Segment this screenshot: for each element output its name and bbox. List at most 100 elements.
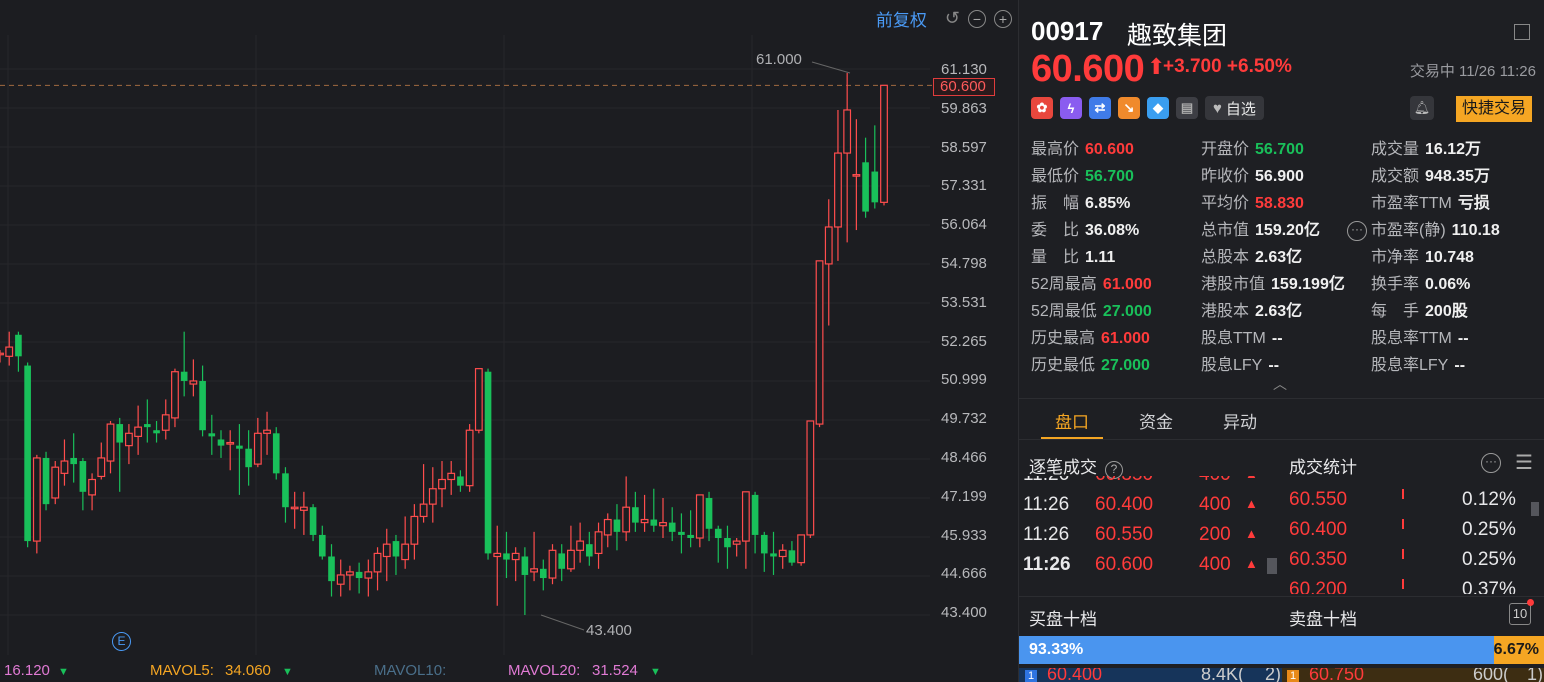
candle (318, 525, 326, 560)
event-badge[interactable]: E (112, 632, 131, 651)
zoom-out-icon[interactable]: − (968, 9, 986, 28)
candle (208, 414, 216, 455)
trades-scrollbar[interactable] (1267, 558, 1277, 574)
stats-more-icon[interactable]: ··· (1481, 453, 1501, 473)
candle-body (741, 491, 750, 542)
tag-icon[interactable]: ◆ (1147, 97, 1169, 119)
trade-qty: 400 (1199, 554, 1231, 575)
candle (447, 461, 456, 495)
candle (282, 467, 289, 523)
stat-label: 股息LFY (1201, 357, 1263, 374)
quick-trade-button[interactable]: 快捷交易 (1455, 96, 1532, 122)
stat-price: 60.350 (1289, 549, 1348, 570)
stat-label: 平均价 (1201, 195, 1250, 212)
sell-level-count: 1) (1527, 668, 1544, 682)
candle (548, 544, 557, 585)
stat-cell: 开盘价 56.700 (1201, 140, 1371, 167)
candle-body (530, 568, 538, 573)
stat-label: 市盈率TTM (1371, 195, 1452, 212)
candle-body (5, 346, 14, 357)
sell-level-badge: 1 (1287, 670, 1299, 682)
candle (539, 559, 547, 591)
stat-label: 历史最高 (1031, 330, 1096, 347)
sell-level-price[interactable]: 60.750 (1309, 668, 1364, 682)
candle-body (465, 429, 474, 487)
stat-pct: 0.12% (1462, 489, 1516, 510)
candle (355, 562, 363, 594)
buy-title: 买盘十档 (1029, 610, 1097, 629)
notes-icon[interactable]: ▤ (1176, 97, 1198, 119)
candle-body (640, 518, 649, 524)
stat-cell: 港股本 2.63亿 (1201, 302, 1371, 329)
y-tick-label: 43.400 (941, 604, 987, 622)
stat-cell: 港股市值 159.199亿 (1201, 275, 1371, 302)
candle (5, 331, 14, 366)
low-leader-line (540, 614, 585, 631)
candle (824, 199, 833, 326)
hk-flag-icon[interactable]: ✿ (1031, 97, 1053, 119)
connect-icon[interactable]: ⇄ (1089, 97, 1111, 119)
tab-unusual[interactable]: 异动 (1209, 399, 1271, 439)
candle-body (871, 171, 879, 203)
stat-cell: 每 手 200股 (1371, 302, 1541, 329)
candle (392, 534, 400, 575)
candle-body (171, 371, 179, 419)
candle (687, 510, 694, 548)
candle (272, 427, 280, 480)
stats-scrollbar[interactable] (1531, 502, 1539, 516)
mavol20-caret-icon[interactable]: ▼ (650, 666, 661, 678)
tab-pankou[interactable]: 盘口 (1041, 399, 1103, 439)
more-icon[interactable]: ··· (1347, 221, 1367, 241)
lightning-icon[interactable]: ϟ (1060, 97, 1082, 119)
candle-body (309, 507, 317, 535)
tick-trades-list[interactable]: 11:26 60.350 400 ▲ 11:26 60.400 400 ▲ 11:26 60.55… (1023, 476, 1273, 594)
reset-icon[interactable]: ↺ (945, 8, 960, 29)
stat-price: 60.550 (1289, 489, 1348, 510)
candle-body (632, 507, 639, 523)
candle (613, 504, 621, 551)
kline-chart[interactable]: 前复权 ↺ − + 61.130 59.863 58.597 57.331 56.064… (0, 0, 1018, 682)
candle (116, 417, 124, 492)
candle (732, 538, 741, 557)
layout-icon[interactable] (1514, 24, 1530, 40)
stat-label: 换手率 (1371, 276, 1420, 293)
zoom-in-icon[interactable]: + (994, 9, 1012, 28)
trade-time: 11:26 (1023, 524, 1070, 545)
collapse-icon[interactable]: ︿ (1273, 374, 1287, 394)
stat-cell: 52周最低 27.000 (1031, 302, 1201, 329)
orderbook-header: 买盘十档 卖盘十档 10 (1019, 596, 1544, 632)
bell-icon[interactable]: 🔔︎ (1410, 96, 1434, 120)
trade-stats-list[interactable]: 60.550 0.12% 60.400 0.25% 60.350 0.25% 60.200 0… (1289, 486, 1529, 594)
candle-body (355, 571, 363, 579)
stat-value: 1.11 (1085, 249, 1116, 266)
candle-body (457, 476, 464, 486)
mavol5-caret-icon[interactable]: ▼ (282, 666, 293, 678)
candle (438, 461, 446, 508)
y-tick-label: 54.798 (941, 255, 987, 272)
stat-value: 110.18 (1451, 222, 1500, 239)
candle-body (116, 424, 124, 443)
buy-sell-ratio-bar: 93.33% 6.67% (1019, 636, 1544, 664)
trend-icon[interactable]: ↘ (1118, 97, 1140, 119)
buy-level-price[interactable]: 60.400 (1047, 668, 1102, 682)
candle (751, 491, 759, 554)
stat-value: 61.000 (1102, 276, 1152, 293)
depth-toggle-icon[interactable]: 10 (1509, 603, 1531, 625)
candle-body (732, 540, 741, 545)
y-tick-label: 45.933 (941, 526, 987, 544)
candle (290, 491, 299, 529)
watchlist-button[interactable]: ♥ 自选 (1205, 96, 1264, 120)
stat-label: 总股本 (1201, 249, 1250, 266)
tab-funds[interactable]: 资金 (1125, 399, 1187, 439)
restore-right-toggle[interactable]: 前复权 (876, 6, 927, 31)
ma-first-caret-icon[interactable]: ▼ (58, 666, 69, 678)
candle (245, 430, 252, 486)
stat-cell: 历史最高 61.000 (1031, 329, 1201, 356)
candle-body (567, 549, 575, 570)
candle-body (650, 519, 658, 526)
candle-body (548, 549, 557, 579)
list-settings-icon[interactable]: ☰ (1515, 450, 1533, 475)
trade-row: 11:26 60.400 400 ▲ (1023, 490, 1273, 520)
trade-status: 交易中 11/26 11:26 (1409, 63, 1536, 80)
candle (97, 442, 106, 480)
